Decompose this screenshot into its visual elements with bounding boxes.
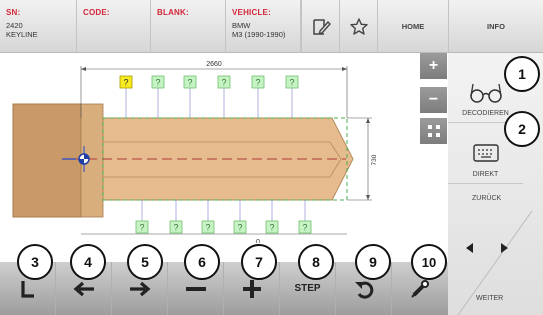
top-cut-2[interactable]: ?: [151, 75, 165, 89]
top-cut-6[interactable]: ?: [285, 75, 299, 89]
callout-10: 10: [411, 244, 447, 280]
bottom-cut-6[interactable]: ?: [298, 220, 312, 234]
plus-icon: [242, 279, 261, 298]
bottom-cut-5-label: ?: [269, 223, 274, 233]
bottom-cut-3-label: ?: [205, 223, 210, 233]
top-cut-3-label: ?: [187, 78, 192, 88]
keyboard-icon: [472, 144, 499, 162]
bottom-cuts: ? ? ? ? ? ?: [135, 200, 312, 234]
callout-9: 9: [355, 244, 391, 280]
top-cut-1-label: ?: [123, 78, 128, 88]
bottom-dimension-text: 0: [256, 239, 260, 243]
screen: SN: 2420 KEYLINE CODE: BLANK: VEHICLE: B…: [0, 0, 543, 315]
info-label: INFO: [487, 22, 505, 31]
bottom-cut-4-label: ?: [237, 223, 242, 233]
info-button[interactable]: INFO: [448, 0, 543, 53]
code-cell: CODE:: [77, 0, 151, 53]
home-label: HOME: [401, 22, 425, 31]
code-label: CODE:: [83, 8, 110, 17]
plus-icon: +: [428, 57, 439, 74]
callout-8: 8: [298, 244, 334, 280]
key-drawing: 2660 730 ? ? ? ? ? ? ? ? ? ? ? ? 0: [12, 61, 378, 243]
callout-2: 2: [504, 111, 540, 147]
glasses-icon: [469, 83, 502, 103]
top-cut-1[interactable]: ?: [119, 75, 133, 89]
home-button[interactable]: HOME: [377, 0, 448, 53]
star-icon: [349, 17, 368, 35]
step-label: STEP: [294, 283, 321, 294]
decode-label: DECODIEREN: [462, 110, 509, 117]
blank-cell: BLANK:: [151, 0, 226, 53]
next-button[interactable]: [484, 228, 524, 268]
bottom-cut-4[interactable]: ?: [233, 220, 247, 234]
zoom-in-button[interactable]: +: [420, 53, 447, 79]
height-dimension: 730: [371, 154, 378, 165]
undo-icon: [354, 281, 373, 299]
bottom-cut-2-label: ?: [173, 223, 178, 233]
bottom-cut-6-label: ?: [302, 223, 307, 233]
width-dimension: 2660: [206, 61, 222, 68]
zoom-out-button[interactable]: −: [420, 87, 447, 113]
callout-4: 4: [70, 244, 106, 280]
callout-1: 1: [504, 56, 540, 92]
favorite-button[interactable]: [339, 0, 377, 53]
top-cuts: ? ? ? ? ? ?: [119, 75, 299, 118]
callout-5: 5: [127, 244, 163, 280]
bottom-cut-2[interactable]: ?: [169, 220, 183, 234]
bottom-cut-3[interactable]: ?: [201, 220, 215, 234]
next-label[interactable]: WEITER: [476, 295, 503, 302]
top-cut-5-label: ?: [255, 78, 260, 88]
blank-label: BLANK:: [157, 8, 189, 17]
top-cut-3[interactable]: ?: [183, 75, 197, 89]
bottom-cut-5[interactable]: ?: [265, 220, 279, 234]
vehicle-value: BMW M3 (1990-1990): [232, 21, 286, 39]
chevron-left-icon: [466, 243, 473, 253]
probe-icon: [411, 279, 429, 298]
direct-label: DIREKT: [472, 171, 499, 178]
top-cut-5[interactable]: ?: [251, 75, 265, 89]
back-label[interactable]: ZURÜCK: [472, 195, 501, 202]
top-cut-4-label: ?: [221, 78, 226, 88]
arrow-right-icon: [129, 281, 150, 296]
vehicle-label: VEHICLE:: [232, 8, 271, 17]
callout-3: 3: [17, 244, 53, 280]
arrow-left-icon: [73, 281, 94, 296]
top-cut-2-label: ?: [155, 78, 160, 88]
sn-cell: SN: 2420 KEYLINE: [0, 0, 77, 53]
chevron-right-icon: [501, 243, 508, 253]
minus-icon: [185, 286, 206, 291]
fit-icon: [427, 125, 440, 137]
top-cut-4[interactable]: ?: [217, 75, 231, 89]
callout-6: 6: [184, 244, 220, 280]
zoom-fit-button[interactable]: [420, 118, 447, 144]
key-head: [12, 103, 82, 218]
l-shape-icon: [20, 280, 34, 298]
bottom-cut-1-label: ?: [139, 223, 144, 233]
top-cut-6-label: ?: [289, 78, 294, 88]
notes-button[interactable]: [301, 0, 339, 53]
vehicle-cell: VEHICLE: BMW M3 (1990-1990): [226, 0, 301, 53]
notes-icon: [312, 18, 331, 35]
right-panel: DECODIEREN DIREKT ZURÜCK WEITER: [448, 53, 543, 315]
sn-label: SN:: [6, 8, 21, 17]
sn-value: 2420 KEYLINE: [6, 21, 38, 39]
callout-7: 7: [241, 244, 277, 280]
minus-icon: −: [428, 91, 439, 108]
bottom-cut-1[interactable]: ?: [135, 220, 149, 234]
header-bar: SN: 2420 KEYLINE CODE: BLANK: VEHICLE: B…: [0, 0, 543, 53]
